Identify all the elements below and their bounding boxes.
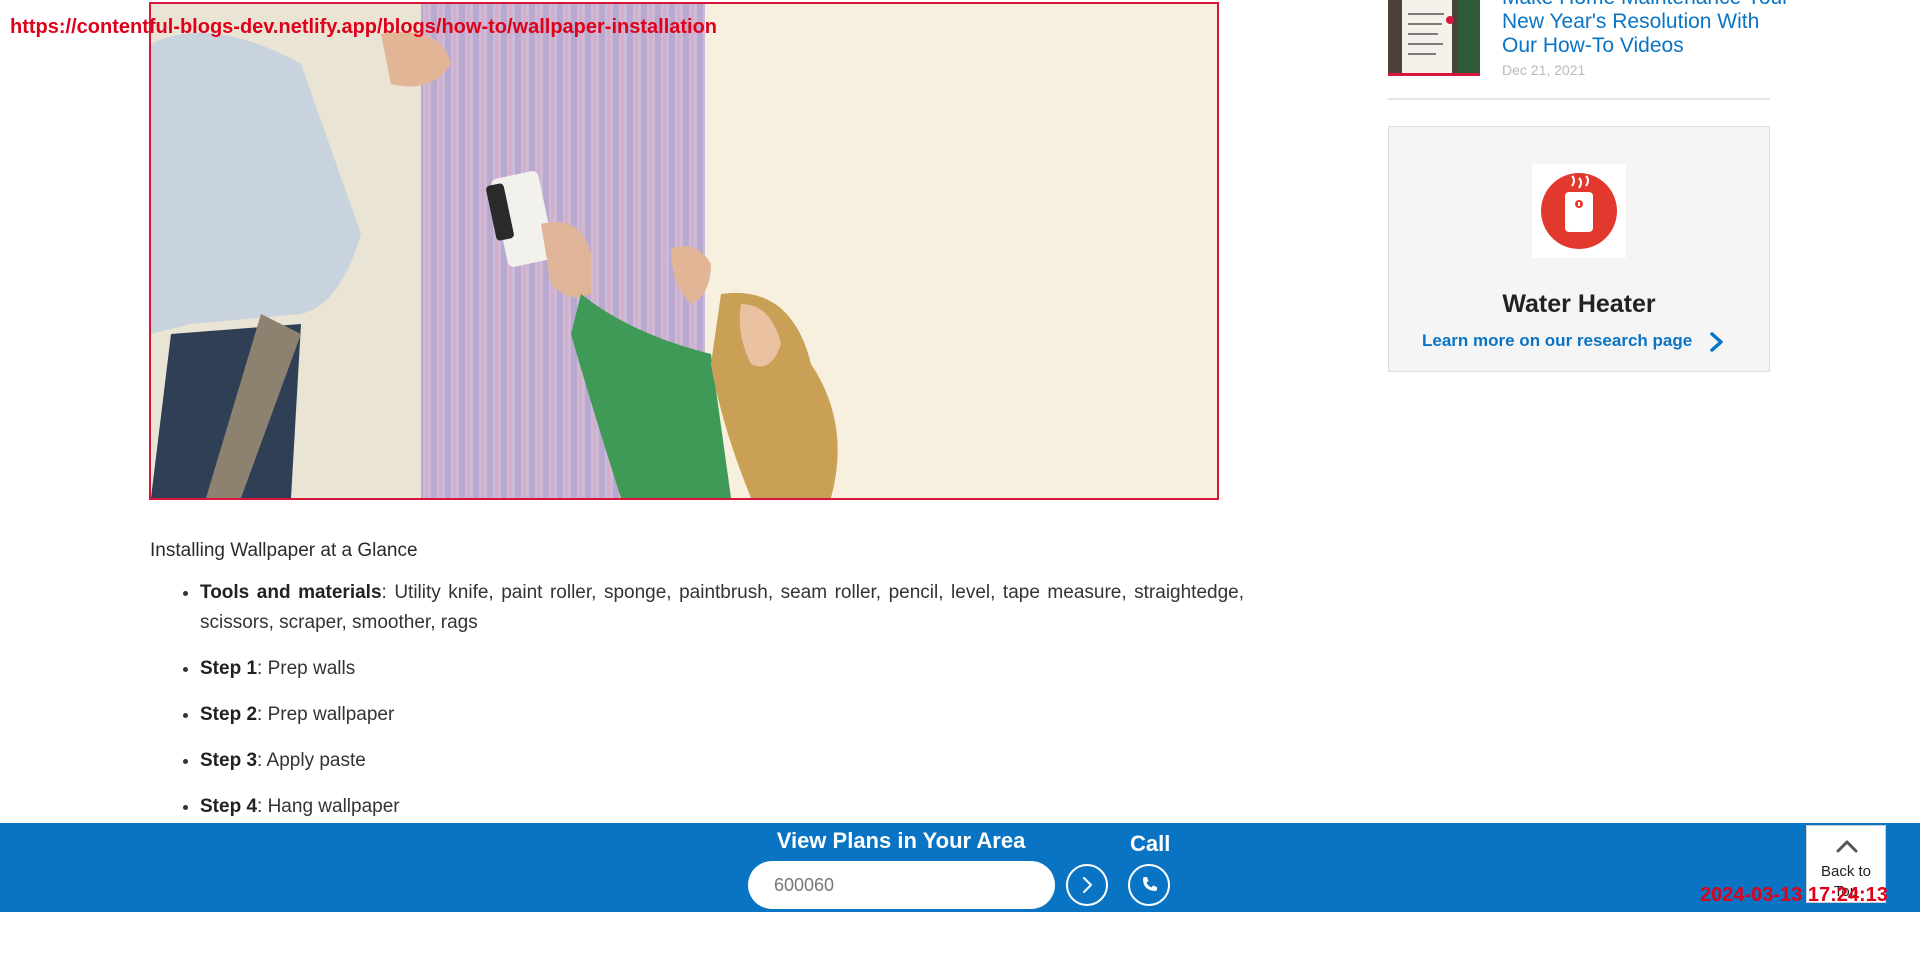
- list-item-label: Tools and materials: [200, 582, 382, 603]
- glance-heading: Installing Wallpaper at a Glance: [150, 540, 418, 561]
- list-item: Step 4: Hang wallpaper: [200, 792, 1244, 822]
- list-item: Step 3: Apply paste: [200, 746, 1244, 776]
- hero-image: [149, 2, 1219, 500]
- call-button[interactable]: [1128, 864, 1170, 906]
- chevron-right-icon: [1083, 877, 1092, 893]
- related-post-title[interactable]: Make Home Maintenance Your New Year's Re…: [1502, 0, 1792, 58]
- zip-submit-button[interactable]: [1066, 864, 1108, 906]
- view-plans-bar: View Plans in Your Area Call: [0, 823, 1920, 912]
- related-post-thumbnail[interactable]: [1388, 0, 1480, 76]
- research-page-link[interactable]: Learn more on our research page: [1422, 331, 1692, 351]
- list-item: Step 2: Prep wallpaper: [200, 700, 1244, 730]
- list-item: Tools and materials: Utility knife, pain…: [200, 578, 1244, 638]
- list-item-text: : Prep wallpaper: [257, 704, 395, 725]
- zip-code-input[interactable]: [748, 861, 1055, 909]
- timestamp-overlay: 2024-03-13 17:24:13: [1700, 884, 1888, 906]
- view-plans-heading: View Plans in Your Area: [776, 828, 1026, 853]
- call-label: Call: [1130, 831, 1171, 856]
- phone-icon: [1143, 877, 1157, 891]
- water-heater-icon: [1532, 164, 1626, 258]
- steps-list: Tools and materials: Utility knife, pain…: [176, 578, 1244, 838]
- list-item-text: : Prep walls: [257, 658, 356, 679]
- list-item-label: Step 4: [200, 796, 258, 817]
- sidebar-divider: [1388, 98, 1770, 100]
- chevron-up-icon: [1836, 840, 1858, 853]
- list-item-label: Step 2: [200, 704, 258, 725]
- research-card-title: Water Heater: [1502, 290, 1656, 318]
- related-post-date: Dec 21, 2021: [1502, 62, 1586, 78]
- research-card: Water Heater Learn more on our research …: [1388, 126, 1770, 372]
- list-item-label: Step 1: [200, 658, 258, 679]
- list-item: Step 1: Prep walls: [200, 654, 1244, 684]
- url-overlay: https://contentful-blogs-dev.netlify.app…: [10, 16, 718, 38]
- list-item-text: : Apply paste: [257, 750, 366, 771]
- list-item-label: Step 3: [200, 750, 258, 771]
- chevron-right-icon[interactable]: [1707, 331, 1727, 353]
- list-item-text: : Hang wallpaper: [257, 796, 400, 817]
